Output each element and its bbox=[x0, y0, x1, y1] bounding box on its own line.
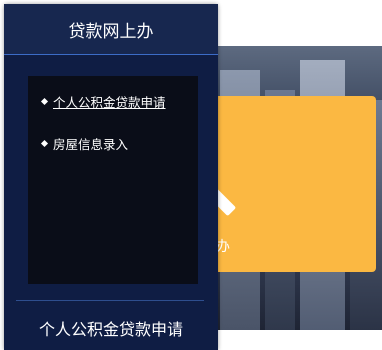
divider bbox=[16, 300, 204, 301]
diamond-bullet-icon bbox=[40, 97, 49, 106]
side-menu-panel: 贷款网上办 个人公积金贷款申请 房屋信息录入 个人公积金贷款申请 bbox=[4, 4, 218, 350]
card-label: 办 bbox=[216, 239, 230, 255]
menu-title: 贷款网上办 bbox=[4, 4, 218, 55]
submenu-item-label: 个人公积金贷款申请 bbox=[53, 95, 166, 110]
diamond-bullet-icon bbox=[40, 139, 49, 148]
submenu-item-house-info[interactable]: 房屋信息录入 bbox=[40, 134, 129, 153]
submenu-item-loan-application[interactable]: 个人公积金贷款申请 bbox=[40, 92, 166, 111]
submenu-list: 个人公积金贷款申请 房屋信息录入 bbox=[28, 76, 198, 284]
menu-footer-title[interactable]: 个人公积金贷款申请 bbox=[4, 316, 218, 340]
submenu-item-label: 房屋信息录入 bbox=[53, 137, 129, 152]
